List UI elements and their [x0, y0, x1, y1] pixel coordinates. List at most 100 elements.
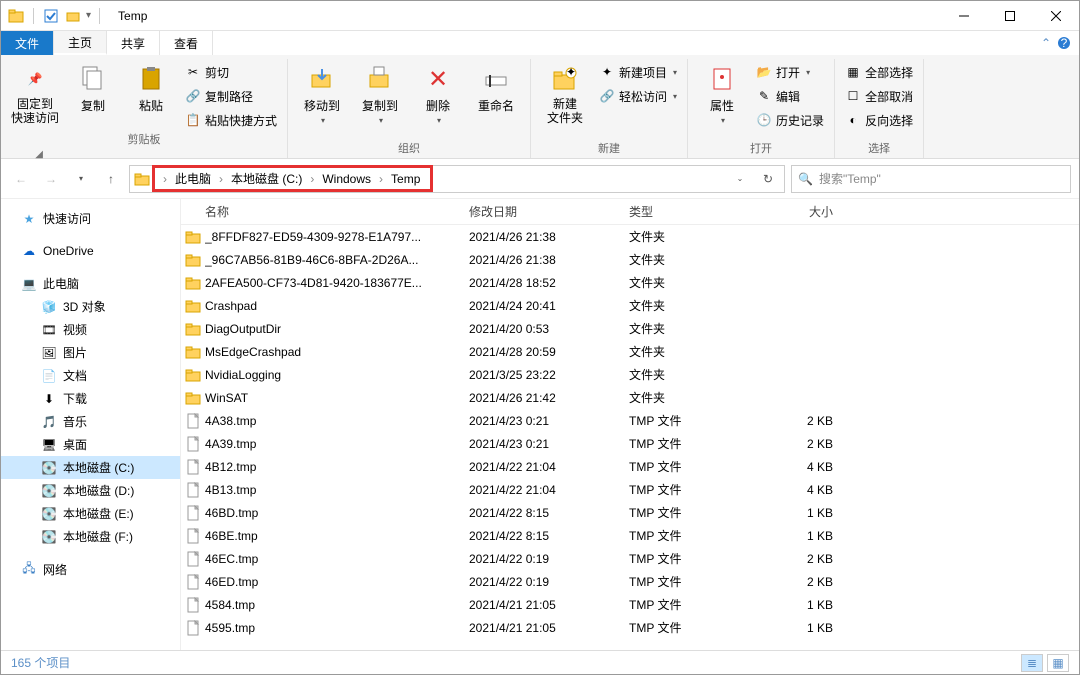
- sidebar-item[interactable]: 🖥桌面: [1, 433, 180, 456]
- newitem-button[interactable]: ✦新建项目▾: [595, 61, 681, 83]
- sidebar-onedrive[interactable]: ☁OneDrive: [1, 240, 180, 262]
- file-icon: [181, 459, 205, 475]
- file-row[interactable]: DiagOutputDir2021/4/20 0:53文件夹: [181, 317, 1079, 340]
- search-input[interactable]: 🔍 搜索"Temp": [791, 165, 1071, 193]
- file-list[interactable]: _8FFDF827-ED59-4309-9278-E1A797...2021/4…: [181, 225, 1079, 650]
- tab-view[interactable]: 查看: [160, 31, 213, 55]
- file-row[interactable]: 4B12.tmp2021/4/22 21:04TMP 文件4 KB: [181, 455, 1079, 478]
- file-row[interactable]: _8FFDF827-ED59-4309-9278-E1A797...2021/4…: [181, 225, 1079, 248]
- file-row[interactable]: 4A38.tmp2021/4/23 0:21TMP 文件2 KB: [181, 409, 1079, 432]
- properties-button[interactable]: 属性▾: [694, 59, 750, 129]
- addr-dropdown-button[interactable]: ⌄: [728, 167, 752, 191]
- col-type[interactable]: 类型: [621, 203, 741, 220]
- folder-icon: [181, 390, 205, 406]
- tab-share[interactable]: 共享: [107, 31, 160, 55]
- easyaccess-button[interactable]: 🔗轻松访问▾: [595, 85, 681, 107]
- breadcrumb-highlight: › 此电脑 › 本地磁盘 (C:) › Windows › Temp: [152, 165, 433, 192]
- ribbon-tabs: 文件 主页 共享 查看 ⌃ ?: [1, 31, 1079, 55]
- sidebar-item[interactable]: 🎵音乐: [1, 410, 180, 433]
- address-row: ← → ▾ ↑ › 此电脑 › 本地磁盘 (C:) › Windows › Te…: [1, 159, 1079, 199]
- sidebar-thispc[interactable]: 💻此电脑: [1, 272, 180, 295]
- search-icon: 🔍: [798, 172, 813, 186]
- nav-forward-button[interactable]: →: [39, 167, 63, 191]
- folder-icon: [181, 252, 205, 268]
- file-row[interactable]: NvidiaLogging2021/3/25 23:22文件夹: [181, 363, 1079, 386]
- close-button[interactable]: [1033, 1, 1079, 31]
- copypath-button[interactable]: 🔗复制路径: [181, 85, 281, 107]
- col-size[interactable]: 大小: [741, 203, 841, 220]
- collapse-ribbon-icon[interactable]: ⌃: [1041, 36, 1051, 50]
- sidebar-network[interactable]: 🖧网络: [1, 558, 180, 581]
- file-row[interactable]: 46BD.tmp2021/4/22 8:15TMP 文件1 KB: [181, 501, 1079, 524]
- tab-home[interactable]: 主页: [54, 31, 107, 55]
- file-row[interactable]: 4B13.tmp2021/4/22 21:04TMP 文件4 KB: [181, 478, 1079, 501]
- rename-button[interactable]: 重命名: [468, 59, 524, 118]
- col-date[interactable]: 修改日期: [461, 203, 621, 220]
- qat-folder-icon[interactable]: [64, 7, 82, 25]
- file-row[interactable]: 4584.tmp2021/4/21 21:05TMP 文件1 KB: [181, 593, 1079, 616]
- crumb-thispc[interactable]: 此电脑: [171, 170, 215, 187]
- moveto-button[interactable]: 移动到▾: [294, 59, 350, 129]
- qat-checkbox-icon[interactable]: [42, 7, 60, 25]
- group-new-label: 新建: [537, 140, 681, 158]
- view-icons-button[interactable]: ▦: [1047, 654, 1069, 672]
- copyto-button[interactable]: 复制到▾: [352, 59, 408, 129]
- tab-file[interactable]: 文件: [1, 31, 54, 55]
- selectnone-button[interactable]: ☐全部取消: [841, 85, 917, 107]
- file-row[interactable]: 2AFEA500-CF73-4D81-9420-183677E...2021/4…: [181, 271, 1079, 294]
- crumb-windows[interactable]: Windows: [318, 172, 375, 186]
- sidebar-item[interactable]: 💽本地磁盘 (E:): [1, 502, 180, 525]
- sidebar-item[interactable]: 💽本地磁盘 (C:): [1, 456, 180, 479]
- delete-button[interactable]: ✕删除▾: [410, 59, 466, 129]
- invert-button[interactable]: ◐反向选择: [841, 109, 917, 131]
- chevron-right-icon[interactable]: ›: [217, 172, 225, 186]
- qat-dropdown-icon[interactable]: ▾: [86, 10, 91, 21]
- newfolder-button[interactable]: ✦新建 文件夹: [537, 59, 593, 130]
- sidebar-item[interactable]: 🎞视频: [1, 318, 180, 341]
- nav-sidebar: ★快速访问 ☁OneDrive 💻此电脑 🧊3D 对象🎞视频🖼图片📄文档⬇下载🎵…: [1, 199, 181, 650]
- file-icon: [181, 505, 205, 521]
- chevron-right-icon[interactable]: ›: [377, 172, 385, 186]
- crumb-temp[interactable]: Temp: [387, 172, 424, 186]
- sidebar-item[interactable]: ⬇下载: [1, 387, 180, 410]
- maximize-button[interactable]: [987, 1, 1033, 31]
- help-icon[interactable]: ?: [1057, 36, 1071, 50]
- file-icon: [181, 574, 205, 590]
- file-row[interactable]: 4A39.tmp2021/4/23 0:21TMP 文件2 KB: [181, 432, 1079, 455]
- history-button[interactable]: 🕒历史记录: [752, 109, 828, 131]
- file-row[interactable]: 4595.tmp2021/4/21 21:05TMP 文件1 KB: [181, 616, 1079, 639]
- view-details-button[interactable]: ≣: [1021, 654, 1043, 672]
- sidebar-quick-access[interactable]: ★快速访问: [1, 207, 180, 230]
- sidebar-item[interactable]: 💽本地磁盘 (F:): [1, 525, 180, 548]
- pin-button[interactable]: 📌固定到 快速访问: [7, 59, 63, 130]
- folder-icon: [181, 321, 205, 337]
- address-bar[interactable]: › 此电脑 › 本地磁盘 (C:) › Windows › Temp ⌄ ↻: [129, 165, 785, 193]
- sidebar-item[interactable]: 🧊3D 对象: [1, 295, 180, 318]
- file-row[interactable]: WinSAT2021/4/26 21:42文件夹: [181, 386, 1079, 409]
- file-row[interactable]: 46ED.tmp2021/4/22 0:19TMP 文件2 KB: [181, 570, 1079, 593]
- file-row[interactable]: MsEdgeCrashpad2021/4/28 20:59文件夹: [181, 340, 1079, 363]
- crumb-drive-c[interactable]: 本地磁盘 (C:): [227, 170, 306, 187]
- refresh-button[interactable]: ↻: [756, 167, 780, 191]
- edit-button[interactable]: ✎编辑: [752, 85, 828, 107]
- copy-button[interactable]: 复制: [65, 59, 121, 118]
- chevron-right-icon[interactable]: ›: [161, 172, 169, 186]
- nav-up-button[interactable]: ↑: [99, 167, 123, 191]
- file-row[interactable]: 46EC.tmp2021/4/22 0:19TMP 文件2 KB: [181, 547, 1079, 570]
- open-button[interactable]: 📂打开▾: [752, 61, 828, 83]
- cut-button[interactable]: ✂剪切: [181, 61, 281, 83]
- selectall-button[interactable]: ▦全部选择: [841, 61, 917, 83]
- nav-recent-button[interactable]: ▾: [69, 167, 93, 191]
- nav-back-button[interactable]: ←: [9, 167, 33, 191]
- file-row[interactable]: _96C7AB56-81B9-46C6-8BFA-2D26A...2021/4/…: [181, 248, 1079, 271]
- minimize-button[interactable]: [941, 1, 987, 31]
- col-name[interactable]: 名称: [181, 203, 461, 220]
- file-row[interactable]: Crashpad2021/4/24 20:41文件夹: [181, 294, 1079, 317]
- sidebar-item[interactable]: 💽本地磁盘 (D:): [1, 479, 180, 502]
- file-row[interactable]: 46BE.tmp2021/4/22 8:15TMP 文件1 KB: [181, 524, 1079, 547]
- paste-button[interactable]: 粘贴: [123, 59, 179, 118]
- sidebar-item[interactable]: 📄文档: [1, 364, 180, 387]
- pasteshortcut-button[interactable]: 📋粘贴快捷方式: [181, 109, 281, 131]
- chevron-right-icon[interactable]: ›: [308, 172, 316, 186]
- sidebar-item[interactable]: 🖼图片: [1, 341, 180, 364]
